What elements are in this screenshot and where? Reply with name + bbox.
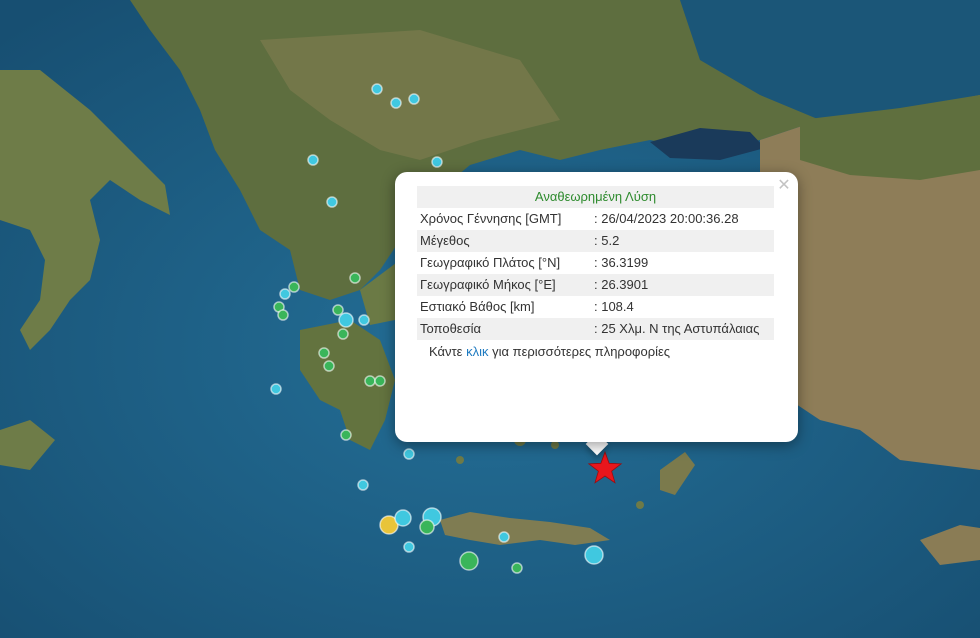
row-label-depth: Εστιακό Βάθος [km] [420, 299, 535, 314]
circle-icon[interactable] [340, 429, 352, 441]
circle-icon[interactable] [277, 309, 289, 321]
more-info-link[interactable]: κλικ [466, 344, 488, 359]
aegean-island [456, 456, 464, 464]
circle-icon[interactable] [403, 541, 415, 553]
circle-icon[interactable] [270, 383, 282, 395]
circle-icon[interactable] [403, 448, 415, 460]
row-value-origin-time: : 26/04/2023 20:00:36.28 [594, 211, 739, 226]
circle-icon[interactable] [431, 156, 443, 168]
circle-icon[interactable] [326, 196, 338, 208]
footer-suffix: για περισσότερες πληροφορίες [488, 344, 671, 359]
event-details-table: Αναθεωρημένη Λύση Χρόνος Γέννησης [GMT] … [417, 186, 774, 340]
circle-icon[interactable] [459, 551, 479, 571]
event-popup: ✕ Αναθεωρημένη Λύση Χρόνος Γέννησης [GMT… [395, 172, 798, 442]
circle-icon[interactable] [318, 347, 330, 359]
row-value-latitude: : 36.3199 [594, 255, 649, 270]
circle-icon[interactable] [358, 314, 370, 326]
circle-icon[interactable] [511, 562, 523, 574]
row-label-origin-time: Χρόνος Γέννησης [GMT] [420, 211, 562, 226]
circle-icon[interactable] [332, 304, 344, 316]
circle-icon[interactable] [584, 545, 604, 565]
row-label-latitude: Γεωγραφικό Πλάτος [°N] [420, 255, 561, 270]
row-value-magnitude: : 5.2 [591, 230, 774, 252]
circle-icon[interactable] [307, 154, 319, 166]
popup-title: Αναθεωρημένη Λύση [417, 186, 774, 208]
circle-icon[interactable] [323, 360, 335, 372]
circle-icon[interactable] [337, 328, 349, 340]
circle-icon[interactable] [279, 288, 291, 300]
row-value-location: : 25 Χλμ. Ν της Αστυπάλαιας [591, 318, 774, 340]
aegean-island [636, 501, 644, 509]
aegean-island [551, 441, 559, 449]
circle-icon[interactable] [349, 272, 361, 284]
footer-prefix: Κάντε [429, 344, 467, 359]
row-value-depth: : 108.4 [594, 299, 634, 314]
circle-icon[interactable] [419, 519, 435, 535]
circle-icon[interactable] [371, 83, 383, 95]
row-value-longitude: : 26.3901 [591, 274, 774, 296]
circle-icon[interactable] [364, 375, 376, 387]
circle-icon[interactable] [390, 97, 402, 109]
circle-icon[interactable] [338, 312, 354, 328]
circle-icon[interactable] [288, 281, 300, 293]
row-label-magnitude: Μέγεθος [417, 230, 591, 252]
popup-footer: Κάντε κλικ για περισσότερες πληροφορίες [417, 344, 776, 359]
row-label-location: Τοποθεσία [417, 318, 591, 340]
row-label-longitude: Γεωγραφικό Μήκος [°E] [417, 274, 591, 296]
close-icon[interactable]: ✕ [775, 176, 793, 194]
circle-icon[interactable] [374, 375, 386, 387]
circle-icon[interactable] [394, 509, 412, 527]
circle-icon[interactable] [408, 93, 420, 105]
circle-icon[interactable] [498, 531, 510, 543]
circle-icon[interactable] [357, 479, 369, 491]
